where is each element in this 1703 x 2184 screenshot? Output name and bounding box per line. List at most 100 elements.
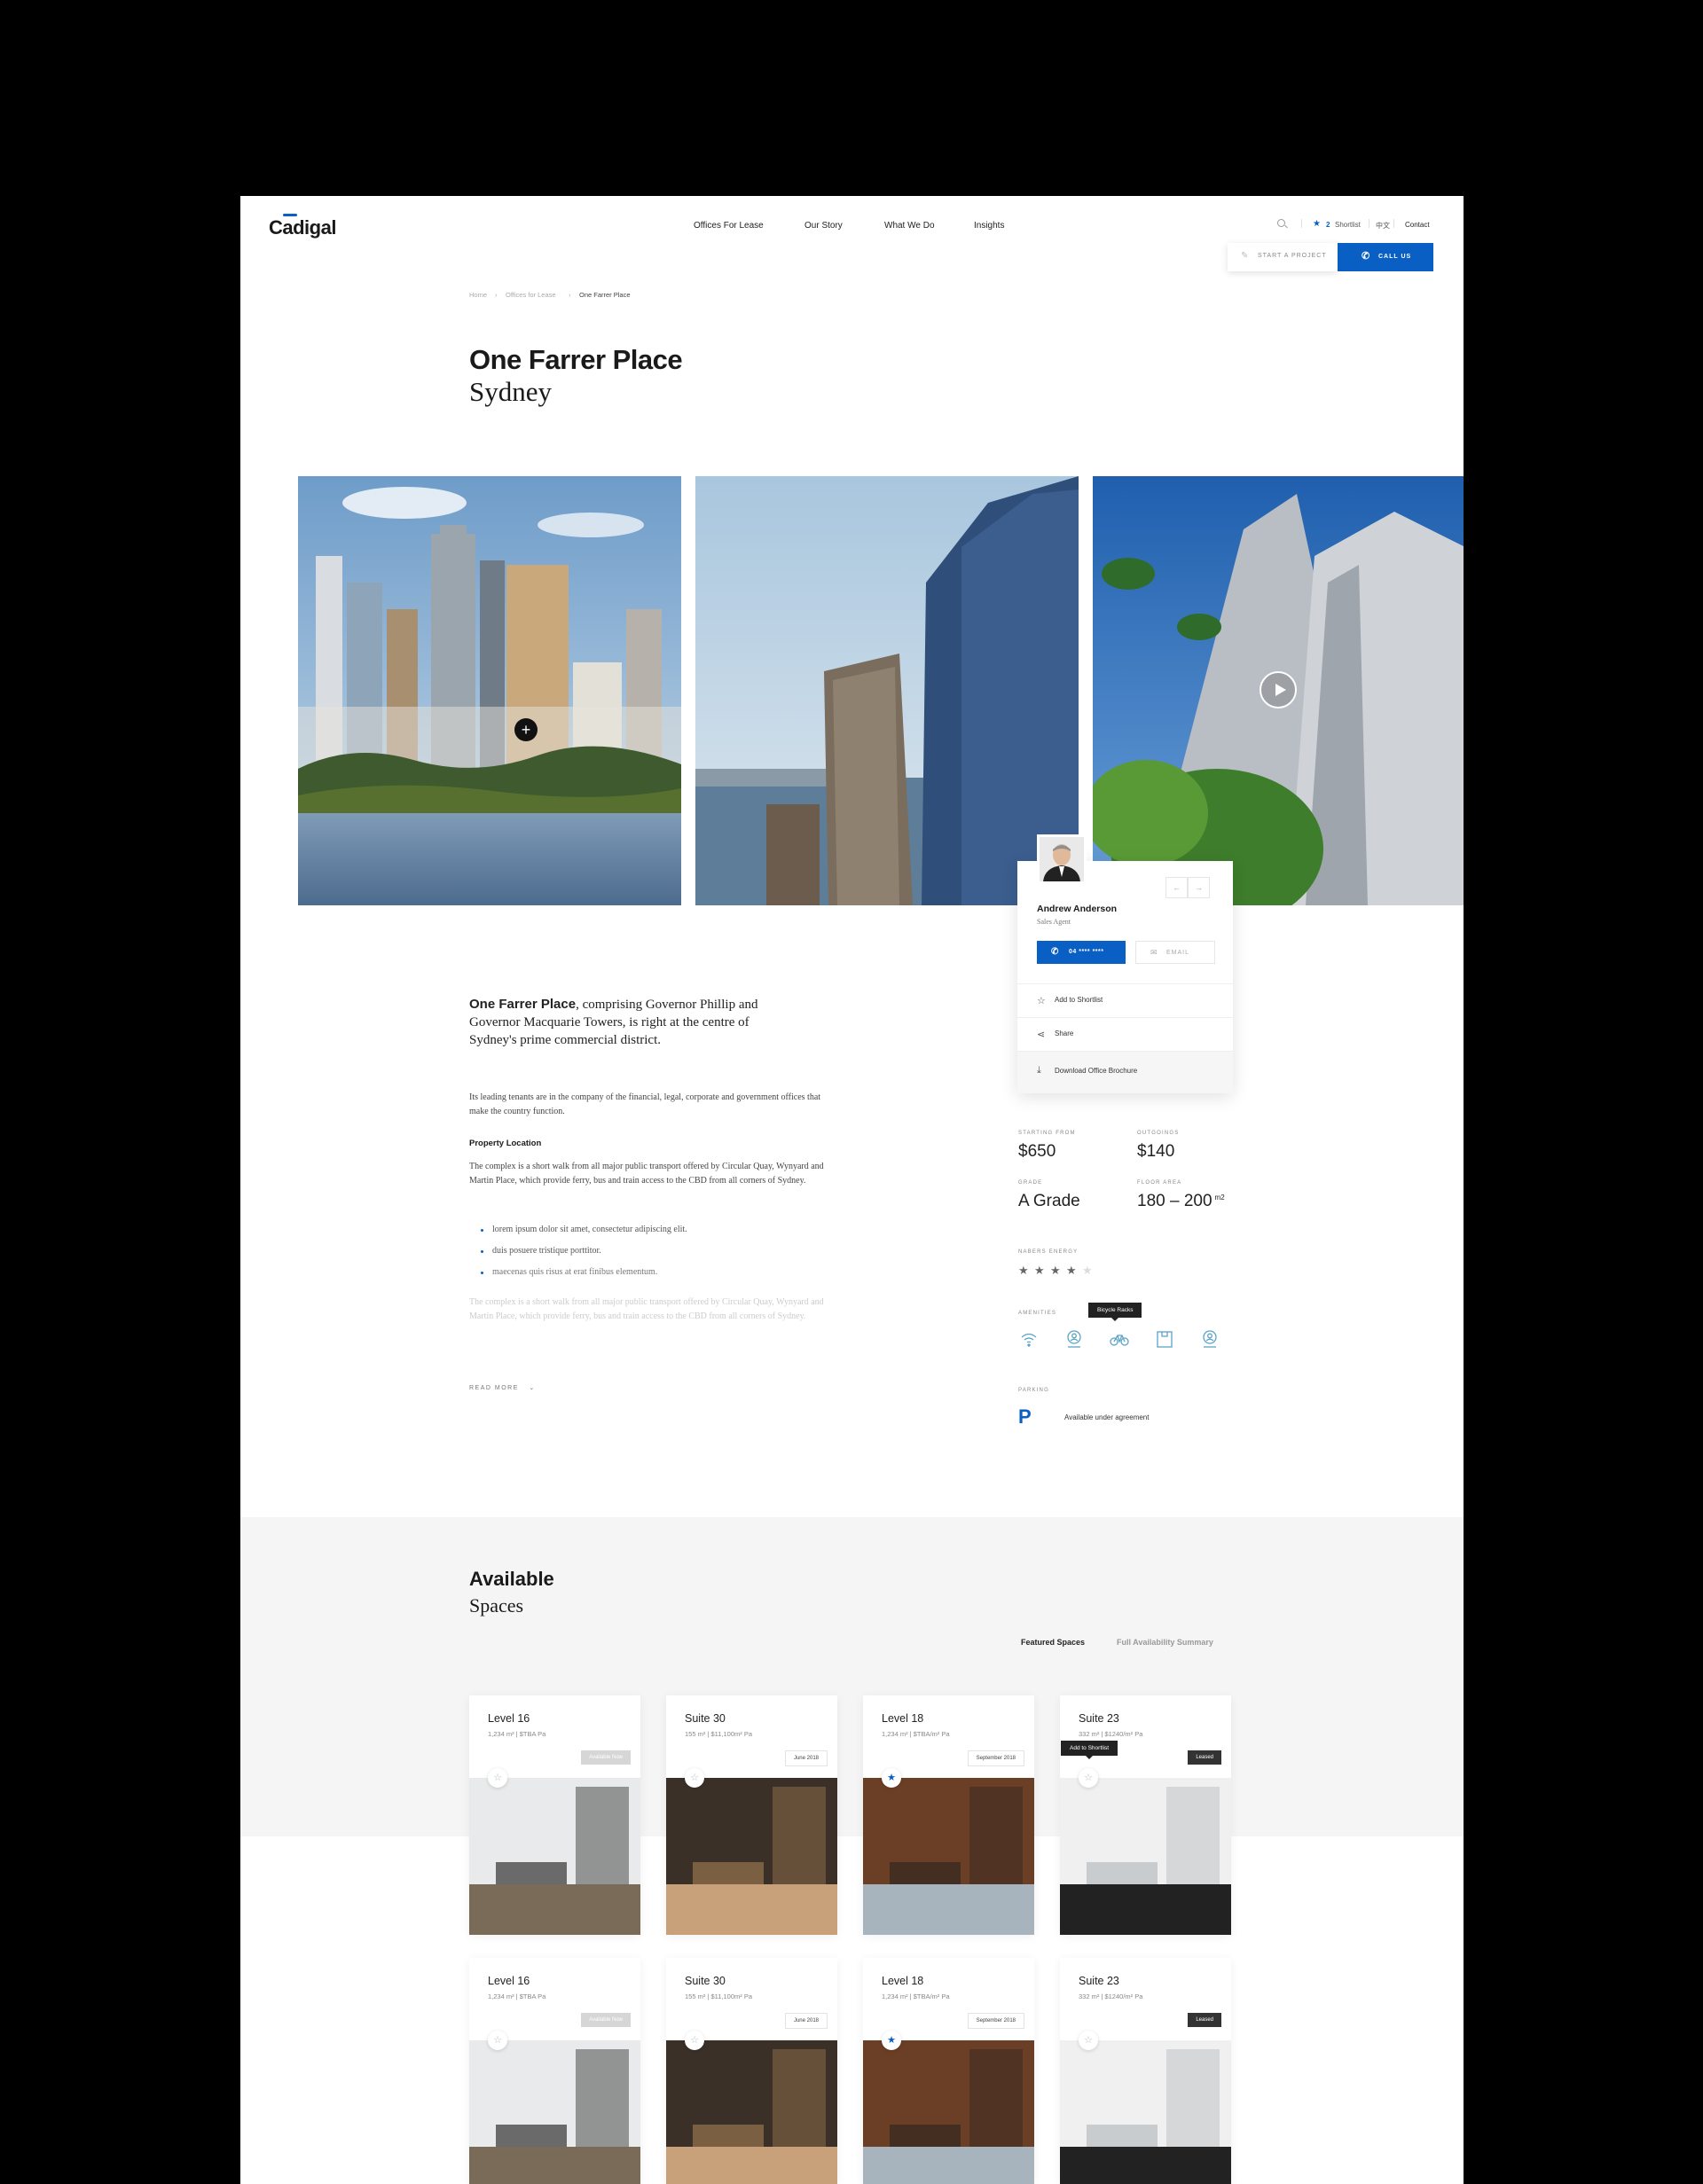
space-card-title: Suite 30 <box>685 1712 726 1725</box>
nav-what-we-do[interactable]: What We Do <box>884 221 935 231</box>
space-card-badge: June 2018 <box>784 1750 828 1766</box>
space-card-meta: 155 m² | $11,100m² Pa <box>685 1992 753 2000</box>
download-brochure-action[interactable]: ⤓ Download Office Brochure <box>1017 1051 1233 1093</box>
location-heading: Property Location <box>469 1139 542 1148</box>
add-to-shortlist-label: Add to Shortlist <box>1055 996 1103 1004</box>
available-section-bg <box>240 1517 1464 1836</box>
shortlist-star-icon[interactable]: ☆ <box>488 2031 507 2050</box>
shortlist-count: 2 <box>1326 221 1330 229</box>
space-card[interactable]: Suite 23 332 m² | $1240/m² Pa Leased ☆ <box>1060 1695 1231 1935</box>
agent-prev-button[interactable]: ← <box>1165 877 1188 898</box>
read-more-button[interactable]: READ MORE ⌄ <box>469 1384 536 1391</box>
space-card-photo <box>469 1778 640 1935</box>
start-project-button[interactable]: ✎ START A PROJECT <box>1228 243 1338 271</box>
space-card-photo <box>1060 1778 1231 1935</box>
outgoings-value: $140 <box>1137 1142 1175 1161</box>
outgoings-label: OUTGOINGS <box>1137 1131 1180 1136</box>
space-card-photo <box>666 1778 837 1935</box>
gallery-photo-skyline[interactable]: + <box>298 476 681 905</box>
space-card-title: Level 16 <box>488 1975 530 1987</box>
amenity-tooltip: Bicycle Racks <box>1088 1303 1142 1321</box>
mail-icon: ✉ <box>1150 948 1158 957</box>
space-card-badge: Available Now <box>581 2013 631 2027</box>
space-card[interactable]: Suite 30 155 m² | $11,100m² Pa June 2018 ☆ <box>666 1958 837 2184</box>
space-card-badge: June 2018 <box>784 2013 828 2029</box>
space-card-meta: 332 m² | $1240/m² Pa <box>1079 1730 1143 1738</box>
space-card-title: Level 18 <box>882 1712 924 1725</box>
contact-link[interactable]: Contact <box>1405 221 1430 229</box>
space-card[interactable]: Suite 30 155 m² | $11,100m² Pa June 2018 ☆ <box>666 1695 837 1935</box>
star-icon[interactable]: ★ <box>1313 219 1321 229</box>
agent-next-button[interactable]: → <box>1188 877 1210 898</box>
space-card[interactable]: Level 18 1,234 m² | $TBA/m² Pa September 2… <box>863 1958 1034 2184</box>
list-item: maecenas quis risus at erat finibus elem… <box>480 1267 658 1277</box>
logo[interactable]: Cadigal <box>269 216 336 239</box>
rating-star-icon: ★ <box>1018 1264 1029 1277</box>
locker-icon[interactable] <box>1154 1328 1175 1350</box>
shortlist-star-icon[interactable]: ☆ <box>1079 1768 1098 1788</box>
nav-our-story[interactable]: Our Story <box>804 221 843 231</box>
nav-insights[interactable]: Insights <box>974 221 1004 231</box>
shortlist-link[interactable]: Shortlist <box>1335 221 1361 229</box>
tab-full-availability[interactable]: Full Availability Summary <box>1117 1638 1213 1647</box>
available-title: Available <box>469 1568 554 1590</box>
space-card[interactable]: Level 16 1,234 m² | $TBA Pa Available Now ☆ <box>469 1958 640 2184</box>
space-card-title: Level 16 <box>488 1712 530 1725</box>
space-card-badge: Leased <box>1188 1750 1221 1765</box>
floor-area-label: FLOOR AREA <box>1137 1180 1182 1186</box>
space-card-badge: September 2018 <box>967 1750 1024 1766</box>
starting-from-value: $650 <box>1018 1142 1056 1161</box>
shortlist-tooltip: Add to Shortlist <box>1061 1741 1118 1759</box>
starting-from-label: STARTING FROM <box>1018 1131 1076 1136</box>
person-pin-icon[interactable] <box>1063 1328 1085 1350</box>
space-card-meta: 1,234 m² | $TBA/m² Pa <box>882 1992 950 2000</box>
floor-area-unit: m2 <box>1214 1193 1225 1202</box>
shortlist-star-icon[interactable]: ☆ <box>685 1768 704 1788</box>
location-paragraph: The complex is a short walk from all maj… <box>469 1162 824 1186</box>
play-video-button[interactable] <box>1260 671 1297 708</box>
gallery-photo-tower[interactable] <box>695 476 1079 905</box>
shortlist-star-icon[interactable]: ☆ <box>488 1768 507 1788</box>
breadcrumb-offices[interactable]: Offices for Lease <box>506 291 556 299</box>
zoom-plus-button[interactable]: + <box>514 718 538 741</box>
shortlist-star-icon[interactable]: ☆ <box>1079 2031 1098 2050</box>
search-icon[interactable] <box>1277 219 1285 227</box>
nav-offices[interactable]: Offices For Lease <box>694 221 764 231</box>
agent-email-label: EMAIL <box>1166 950 1190 956</box>
tab-featured-spaces[interactable]: Featured Spaces <box>1021 1638 1085 1647</box>
space-card[interactable]: Suite 23 332 m² | $1240/m² Pa Leased ☆ <box>1060 1958 1231 2184</box>
gallery-photo-video[interactable] <box>1093 476 1464 905</box>
breadcrumb-home[interactable]: Home <box>469 291 487 299</box>
space-card[interactable]: Level 18 1,234 m² | $TBA/m² Pa September 2… <box>863 1695 1034 1935</box>
parking-label: PARKING <box>1018 1388 1049 1393</box>
share-action[interactable]: ⋖ Share <box>1017 1017 1233 1051</box>
space-card-title: Suite 23 <box>1079 1712 1119 1725</box>
agent-name: Andrew Anderson <box>1037 904 1118 914</box>
bicycle-icon[interactable] <box>1109 1328 1130 1350</box>
agent-phone-button[interactable]: ✆ 04 **** **** <box>1037 941 1126 964</box>
space-card-title: Level 18 <box>882 1975 924 1987</box>
shortlist-star-icon[interactable]: ★ <box>882 2031 901 2050</box>
shortlist-star-icon[interactable]: ★ <box>882 1768 901 1788</box>
nabers-label: NABERS ENERGY <box>1018 1249 1079 1255</box>
page-title: One Farrer Place <box>469 344 683 375</box>
space-card-badge: Available Now <box>581 1750 631 1765</box>
add-to-shortlist-action[interactable]: ☆ Add to Shortlist <box>1017 983 1233 1017</box>
rating-star-icon: ★ <box>1034 1264 1045 1277</box>
space-card-meta: 1,234 m² | $TBA Pa <box>488 1730 546 1738</box>
floor-area-number: 180 – 200 <box>1137 1192 1213 1210</box>
shortlist-star-icon[interactable]: ☆ <box>685 2031 704 2050</box>
space-card-title: Suite 30 <box>685 1975 726 1987</box>
space-card-meta: 155 m² | $11,100m² Pa <box>685 1730 753 1738</box>
parking-icon: P <box>1018 1405 1032 1428</box>
space-card-meta: 1,234 m² | $TBA Pa <box>488 1992 546 2000</box>
person-pin-icon[interactable] <box>1199 1328 1220 1350</box>
call-us-button[interactable]: ✆ CALL US <box>1338 243 1433 271</box>
call-us-label: CALL US <box>1378 254 1412 260</box>
agent-email-button[interactable]: ✉ EMAIL <box>1135 941 1215 964</box>
language-switch[interactable]: 中文 <box>1376 221 1390 231</box>
space-card-photo <box>666 2040 837 2184</box>
space-card-title: Suite 23 <box>1079 1975 1119 1987</box>
wifi-icon[interactable] <box>1018 1328 1040 1350</box>
space-card[interactable]: Level 16 1,234 m² | $TBA Pa Available Now ☆ <box>469 1695 640 1935</box>
